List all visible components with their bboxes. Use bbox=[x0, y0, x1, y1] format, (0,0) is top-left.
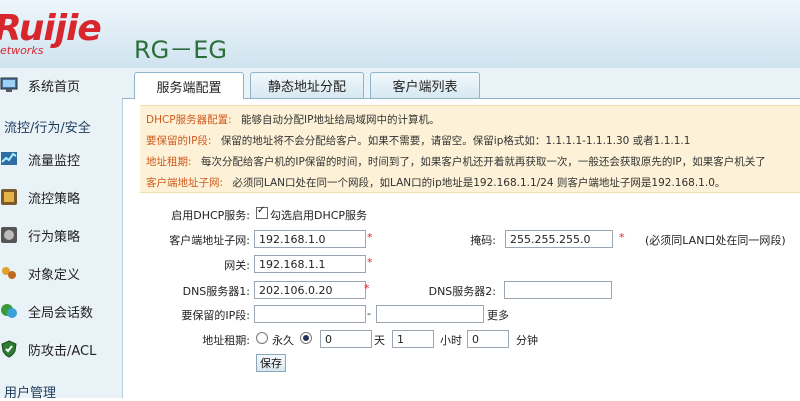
tab-client-list[interactable]: 客户端列表 bbox=[370, 72, 480, 98]
device-model: RG－EG bbox=[134, 36, 228, 64]
dns1-input[interactable] bbox=[254, 281, 366, 299]
flow-control-icon bbox=[1, 189, 17, 205]
monitor-icon bbox=[0, 77, 18, 92]
mask-label: 掩码: bbox=[470, 234, 496, 247]
sidebar-item-label: 系统首页 bbox=[28, 79, 81, 95]
required-mark: * bbox=[364, 282, 370, 295]
gateway-input[interactable] bbox=[254, 255, 366, 273]
sessions-icon bbox=[1, 304, 17, 318]
info-line-reserved: 要保留的IP段: 保留的地址将不会分配给客户。如果不需要，请留空。保留ip格式如… bbox=[146, 135, 691, 147]
lease-days-unit: 天 bbox=[374, 334, 385, 347]
sidebar-item-home[interactable]: 系统首页 bbox=[0, 70, 122, 100]
shield-icon bbox=[1, 340, 17, 358]
subnet-label: 客户端地址子网: bbox=[169, 234, 250, 247]
sidebar-section-flow-security[interactable]: 流控/行为/安全 bbox=[4, 117, 91, 136]
sidebar-item-label: 流量监控 bbox=[28, 153, 81, 169]
lease-hours-input[interactable] bbox=[392, 330, 434, 348]
sidebar-item-label: 行为策略 bbox=[28, 229, 81, 245]
tab-server-config[interactable]: 服务端配置 bbox=[134, 72, 244, 99]
logo-subtext: etworks bbox=[0, 44, 44, 57]
lease-permanent-text: 永久 bbox=[272, 334, 294, 347]
sidebar-section-user-management[interactable]: 用户管理 bbox=[4, 382, 56, 401]
info-line-dhcp: DHCP服务器配置: 能够自动分配IP地址给局域网中的计算机。 bbox=[146, 114, 440, 126]
save-button[interactable]: 保存 bbox=[256, 354, 286, 372]
mask-input[interactable] bbox=[505, 230, 613, 248]
lease-custom-radio[interactable] bbox=[300, 332, 312, 344]
reserved-ip-start-input[interactable] bbox=[254, 305, 366, 323]
tab-bar: 服务端配置 静态地址分配 客户端列表 bbox=[122, 68, 800, 99]
sidebar-item-behavior-policy[interactable]: 行为策略 bbox=[0, 220, 122, 250]
more-link[interactable]: 更多 bbox=[487, 307, 509, 323]
info-line-lease: 地址租期: 每次分配给客户机的IP保留的时间，时间到了，如果客户机还开着就再获取… bbox=[146, 156, 766, 168]
sidebar-item-label: 流控策略 bbox=[28, 191, 81, 207]
sidebar-item-anti-attack-acl[interactable]: 防攻击/ACL bbox=[0, 334, 122, 364]
sidebar-item-label: 对象定义 bbox=[28, 267, 81, 283]
objects-icon bbox=[2, 267, 16, 279]
help-info-box: DHCP服务器配置: 能够自动分配IP地址给局域网中的计算机。 要保留的IP段:… bbox=[140, 105, 800, 193]
dns2-input[interactable] bbox=[504, 281, 612, 299]
sidebar: 系统首页 流控/行为/安全 流量监控 流控策略 行为策略 对象定义 全局会话数 … bbox=[0, 68, 123, 401]
subnet-input[interactable] bbox=[254, 230, 366, 248]
sidebar-item-flow-policy[interactable]: 流控策略 bbox=[0, 182, 122, 212]
tab-static-allocation[interactable]: 静态地址分配 bbox=[250, 72, 364, 98]
enable-dhcp-checkbox[interactable] bbox=[256, 205, 268, 219]
required-mark: * bbox=[367, 256, 373, 269]
mask-hint: (必须同LAN口处在同一网段) bbox=[645, 234, 786, 247]
sidebar-item-label: 全局会话数 bbox=[28, 305, 94, 321]
required-mark: * bbox=[619, 231, 625, 244]
sidebar-item-traffic-monitor[interactable]: 流量监控 bbox=[0, 144, 122, 174]
enable-dhcp-checkbox-text: 勾选启用DHCP服务 bbox=[270, 209, 368, 222]
ruijie-logo: Ruijie bbox=[0, 8, 102, 49]
reserved-ip-end-input[interactable] bbox=[376, 305, 484, 323]
lease-minutes-unit: 分钟 bbox=[516, 334, 538, 347]
lease-days-input[interactable] bbox=[320, 330, 372, 348]
dns1-label: DNS服务器1: bbox=[182, 285, 250, 298]
traffic-chart-icon bbox=[1, 152, 17, 165]
lease-minutes-input[interactable] bbox=[467, 330, 509, 348]
lease-label: 地址租期: bbox=[202, 334, 250, 347]
header: Ruijie etworks RG－EG bbox=[0, 0, 800, 69]
info-line-subnet: 客户端地址子网: 必须同LAN口处在同一个网段，如LAN口的ip地址是192.1… bbox=[146, 177, 726, 189]
gateway-label: 网关: bbox=[224, 259, 250, 272]
sidebar-item-global-sessions[interactable]: 全局会话数 bbox=[0, 296, 122, 326]
sidebar-item-object-definition[interactable]: 对象定义 bbox=[0, 258, 122, 288]
enable-dhcp-label: 启用DHCP服务: bbox=[171, 209, 250, 222]
lease-permanent-radio[interactable] bbox=[256, 332, 268, 344]
required-mark: * bbox=[367, 231, 373, 244]
reserved-ip-label: 要保留的IP段: bbox=[181, 309, 250, 322]
lease-hours-unit: 小时 bbox=[440, 334, 462, 347]
reserved-ip-separator: - bbox=[367, 307, 371, 320]
behavior-icon bbox=[1, 227, 17, 243]
dns2-label: DNS服务器2: bbox=[428, 285, 496, 298]
sidebar-item-label: 防攻击/ACL bbox=[28, 343, 97, 359]
